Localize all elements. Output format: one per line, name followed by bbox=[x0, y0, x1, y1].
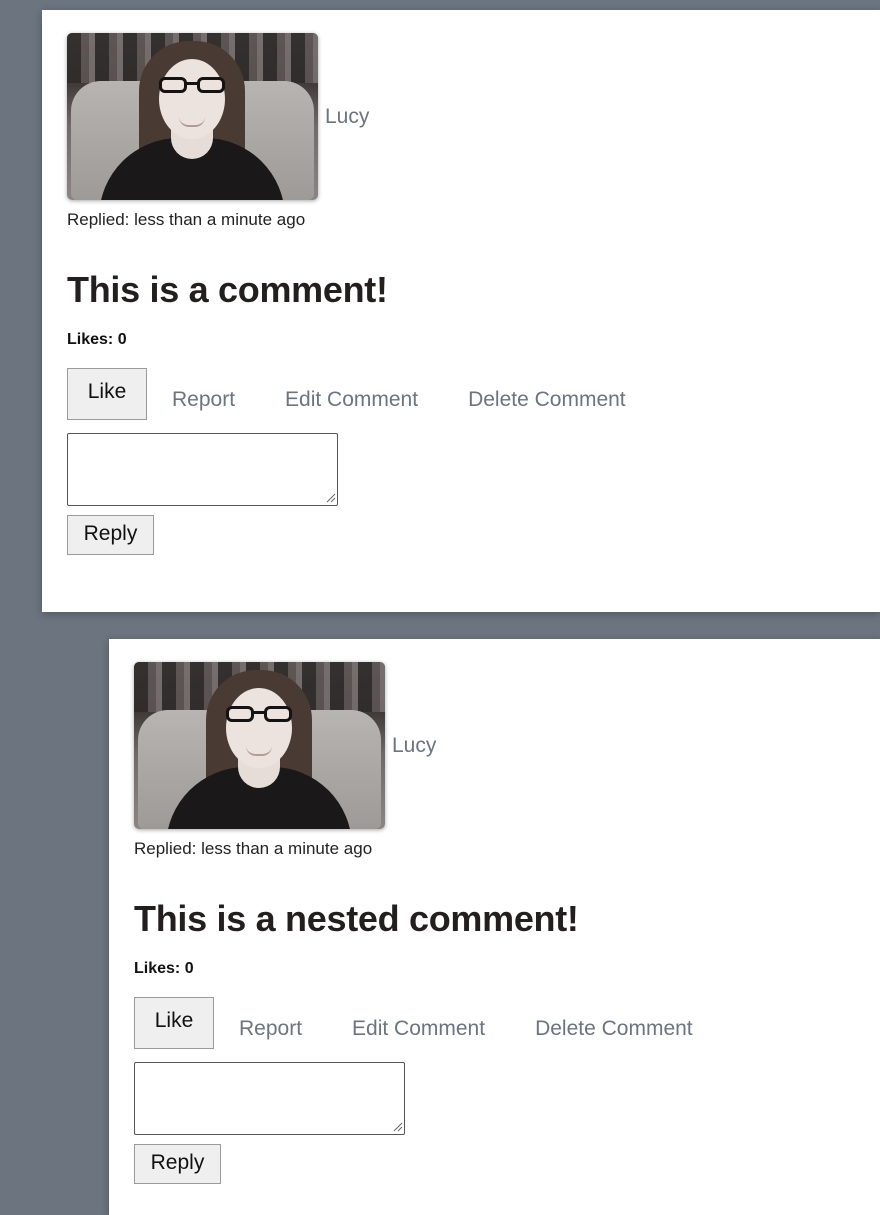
report-link[interactable]: Report bbox=[239, 1017, 302, 1041]
resize-handle-icon[interactable] bbox=[326, 493, 336, 503]
comment-card: Lucy Replied: less than a minute ago Thi… bbox=[42, 10, 880, 612]
comment-text: This is a comment! bbox=[67, 269, 388, 310]
comment-actions: Like Report Edit Comment Delete Comment bbox=[134, 997, 693, 1049]
avatar bbox=[67, 33, 318, 200]
delete-comment-link[interactable]: Delete Comment bbox=[535, 1017, 693, 1041]
comment-author-row: Lucy bbox=[67, 33, 369, 200]
avatar bbox=[134, 662, 385, 829]
replied-timestamp: Replied: less than a minute ago bbox=[134, 839, 373, 858]
report-link[interactable]: Report bbox=[172, 388, 235, 412]
reply-textarea[interactable] bbox=[67, 433, 338, 506]
comment-text: This is a nested comment! bbox=[134, 898, 579, 939]
reply-button[interactable]: Reply bbox=[67, 515, 154, 555]
nested-comment-card: Lucy Replied: less than a minute ago Thi… bbox=[109, 639, 880, 1215]
edit-comment-link[interactable]: Edit Comment bbox=[285, 388, 418, 412]
reply-button[interactable]: Reply bbox=[134, 1144, 221, 1184]
resize-handle-icon[interactable] bbox=[393, 1122, 403, 1132]
author-name[interactable]: Lucy bbox=[392, 734, 436, 758]
like-button[interactable]: Like bbox=[67, 368, 147, 420]
reply-textarea[interactable] bbox=[134, 1062, 405, 1135]
comment-author-row: Lucy bbox=[134, 662, 436, 829]
delete-comment-link[interactable]: Delete Comment bbox=[468, 388, 626, 412]
likes-count: Likes: 0 bbox=[67, 331, 127, 348]
like-button[interactable]: Like bbox=[134, 997, 214, 1049]
replied-timestamp: Replied: less than a minute ago bbox=[67, 210, 306, 229]
author-name[interactable]: Lucy bbox=[325, 105, 369, 129]
edit-comment-link[interactable]: Edit Comment bbox=[352, 1017, 485, 1041]
likes-count: Likes: 0 bbox=[134, 960, 194, 977]
comment-actions: Like Report Edit Comment Delete Comment bbox=[67, 368, 626, 420]
